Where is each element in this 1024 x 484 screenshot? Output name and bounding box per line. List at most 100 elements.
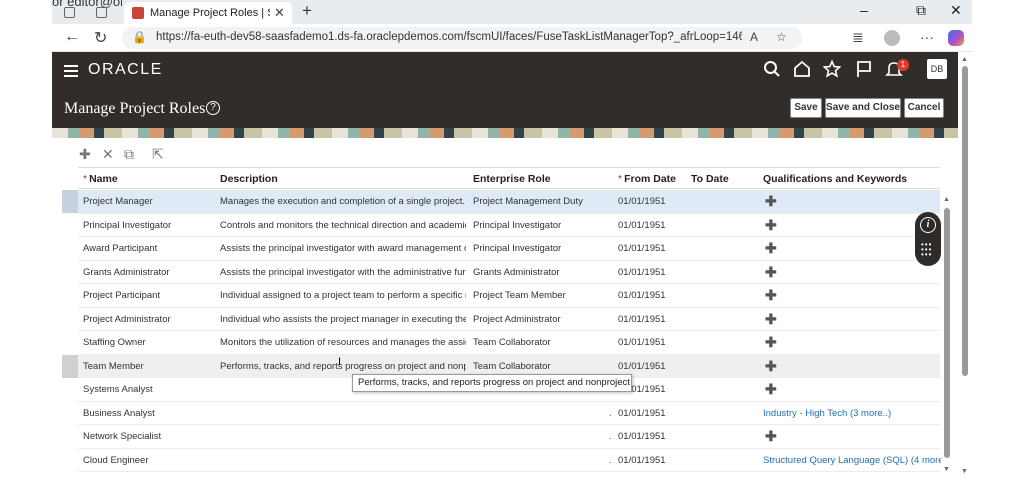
active-tab[interactable]: Manage Project Roles | Setup and ✕	[124, 2, 292, 24]
column-header-to-date[interactable]: To Date	[691, 173, 729, 185]
cell-from-date[interactable]: 01/01/1951	[618, 267, 688, 278]
url-text[interactable]: https://fa-euth-dev58-saasfademo1.ds-fa.…	[156, 31, 742, 43]
new-tab-icon[interactable]: +	[302, 1, 312, 21]
table-row[interactable]: Grants Administrator Assists the princip…	[78, 260, 940, 284]
cell-enterprise-role[interactable]: Principal Investigator	[473, 243, 608, 254]
cell-from-date[interactable]: 01/01/1951	[618, 314, 688, 325]
add-qualification-icon[interactable]: ✚	[765, 217, 777, 234]
cell-name[interactable]: Team Member	[83, 361, 213, 372]
page-scroll-down-icon[interactable]: ▼	[961, 468, 968, 475]
add-qualification-icon[interactable]: ✚	[765, 264, 777, 281]
background-tab[interactable]: or editor@oracleerpguide.com	[52, 0, 122, 24]
search-icon[interactable]	[763, 60, 781, 78]
add-qualification-icon[interactable]: ✚	[765, 381, 777, 398]
add-qualification-icon[interactable]: ✚	[765, 287, 777, 304]
browser-profile-avatar[interactable]	[884, 30, 900, 46]
info-icon[interactable]: i	[920, 217, 936, 233]
add-qualification-icon[interactable]: ✚	[765, 334, 777, 351]
cell-enterprise-role[interactable]: Team Collaborator	[473, 361, 608, 372]
cell-from-date[interactable]: 01/01/1951	[618, 408, 688, 419]
cell-from-date[interactable]: 01/01/1951	[618, 220, 688, 231]
cell-description[interactable]: Individual who assists the project manag…	[220, 314, 466, 325]
cell-name[interactable]: Grants Administrator	[83, 267, 213, 278]
export-icon[interactable]: ⇱	[152, 146, 164, 163]
table-row[interactable]: Staffing Owner Monitors the utilization …	[78, 331, 940, 355]
cell-from-date[interactable]: 01/01/1951	[618, 431, 688, 442]
cell-from-date[interactable]: 01/01/1951	[618, 337, 688, 348]
add-qualification-icon[interactable]: ✚	[765, 240, 777, 257]
table-scrollbar[interactable]: ▲ ▼	[942, 196, 952, 476]
favorites-list-icon[interactable]: ≣	[852, 29, 864, 46]
cell-enterprise-role[interactable]: Grants Administrator	[473, 267, 608, 278]
x-icon[interactable]: ✕	[102, 146, 114, 163]
cell-name[interactable]: Network Specialist	[83, 431, 213, 442]
favorite-star-icon[interactable]: ☆	[776, 30, 787, 44]
cell-name[interactable]: Staffing Owner	[83, 337, 213, 348]
cell-name[interactable]: Business Analyst	[83, 408, 213, 419]
table-row[interactable]: Award Participant Assists the principal …	[78, 237, 940, 261]
table-row[interactable]: Cloud Engineer . 01/01/1951 Structured Q…	[78, 448, 941, 472]
plus-icon[interactable]: ✚	[79, 146, 91, 163]
help-icon[interactable]: ?	[206, 101, 220, 115]
back-arrow-icon[interactable]: ←	[64, 28, 80, 46]
cell-enterprise-role[interactable]: Principal Investigator	[473, 220, 608, 231]
table-row[interactable]: Project Administrator Individual who ass…	[78, 307, 940, 331]
cell-description[interactable]: Assists the principal investigator with …	[220, 267, 466, 278]
oracle-logo[interactable]: ORACLE	[88, 61, 163, 79]
reload-icon[interactable]: ↻	[94, 28, 107, 48]
cell-name[interactable]: Project Administrator	[83, 314, 213, 325]
cell-description[interactable]: Controls and monitors the technical dire…	[220, 220, 466, 231]
table-row[interactable]: Project Participant Individual assigned …	[78, 284, 940, 308]
close-tab-icon[interactable]: ✕	[274, 5, 285, 21]
cell-from-date[interactable]: 01/01/1951	[618, 361, 688, 372]
cell-description[interactable]: Manages the execution and completion of …	[220, 196, 466, 207]
page-scroll-up-icon[interactable]: ▲	[961, 56, 968, 63]
info-widget[interactable]: i ••• ••• •••	[915, 212, 941, 266]
cell-description[interactable]: Individual assigned to a project team to…	[220, 290, 466, 301]
address-bar[interactable]: 🔒 https://fa-euth-dev58-saasfademo1.ds-f…	[122, 27, 802, 49]
grid-dots-icon[interactable]: ••• ••• •••	[921, 241, 935, 259]
save-and-close-button[interactable]: Save and Close	[825, 98, 901, 118]
column-header-name[interactable]: * Name	[83, 173, 118, 185]
star-icon[interactable]	[823, 60, 841, 78]
row-selector[interactable]	[62, 190, 78, 213]
cell-name[interactable]: Systems Analyst	[83, 384, 213, 395]
row-selector[interactable]	[62, 354, 78, 378]
cell-name[interactable]: Project Manager	[83, 196, 213, 207]
column-header-enterprise-role[interactable]: Enterprise Role	[473, 173, 551, 185]
cell-enterprise-role[interactable]: Project Management Duty	[473, 196, 608, 207]
table-row[interactable]: Project Manager Manages the execution an…	[78, 190, 940, 214]
cell-description[interactable]: Assists the principal investigator with …	[220, 243, 466, 254]
qualifications-link[interactable]: Structured Query Language (SQL) (4 more.…	[763, 455, 941, 466]
hamburger-icon[interactable]	[64, 65, 78, 77]
cell-description[interactable]: Performs, tracks, and reports progress o…	[220, 361, 466, 372]
flag-icon[interactable]	[855, 60, 873, 78]
home-icon[interactable]	[793, 60, 811, 78]
page-scrollbar[interactable]: ▲ ▼	[960, 56, 970, 480]
table-row[interactable]: Network Specialist . 01/01/1951 ✚	[78, 425, 940, 449]
table-row[interactable]: Principal Investigator Controls and moni…	[78, 213, 940, 237]
add-qualification-icon[interactable]: ✚	[765, 428, 777, 445]
read-aloud-icon[interactable]: A	[750, 30, 758, 44]
scroll-down-icon[interactable]: ▼	[943, 466, 950, 473]
detach-icon[interactable]: ⧉	[124, 146, 134, 163]
cell-from-date[interactable]: 01/01/1951	[618, 243, 688, 254]
qualifications-link[interactable]: Industry - High Tech (3 more..)	[763, 408, 941, 419]
cell-from-date[interactable]: 01/01/1951	[618, 196, 688, 207]
cancel-button[interactable]: Cancel	[904, 98, 944, 118]
cell-enterprise-role[interactable]: Project Team Member	[473, 290, 608, 301]
page-scroll-thumb[interactable]	[962, 66, 968, 376]
close-window-icon[interactable]: ✕	[950, 2, 962, 19]
minimize-icon[interactable]: –	[860, 2, 868, 18]
cell-enterprise-role[interactable]: Project Administrator	[473, 314, 608, 325]
cell-description[interactable]: Monitors the utilization of resources an…	[220, 337, 466, 348]
column-header-qualifications[interactable]: Qualifications and Keywords	[763, 173, 907, 185]
cell-name[interactable]: Award Participant	[83, 243, 213, 254]
cell-enterprise-role[interactable]: Team Collaborator	[473, 337, 608, 348]
user-avatar[interactable]: DB	[927, 59, 947, 79]
table-scroll-thumb[interactable]	[944, 208, 950, 458]
column-header-description[interactable]: Description	[220, 173, 278, 185]
column-header-from-date[interactable]: * From Date	[618, 173, 676, 185]
save-button[interactable]: Save	[790, 98, 822, 118]
cell-from-date[interactable]: 01/01/1951	[618, 290, 688, 301]
